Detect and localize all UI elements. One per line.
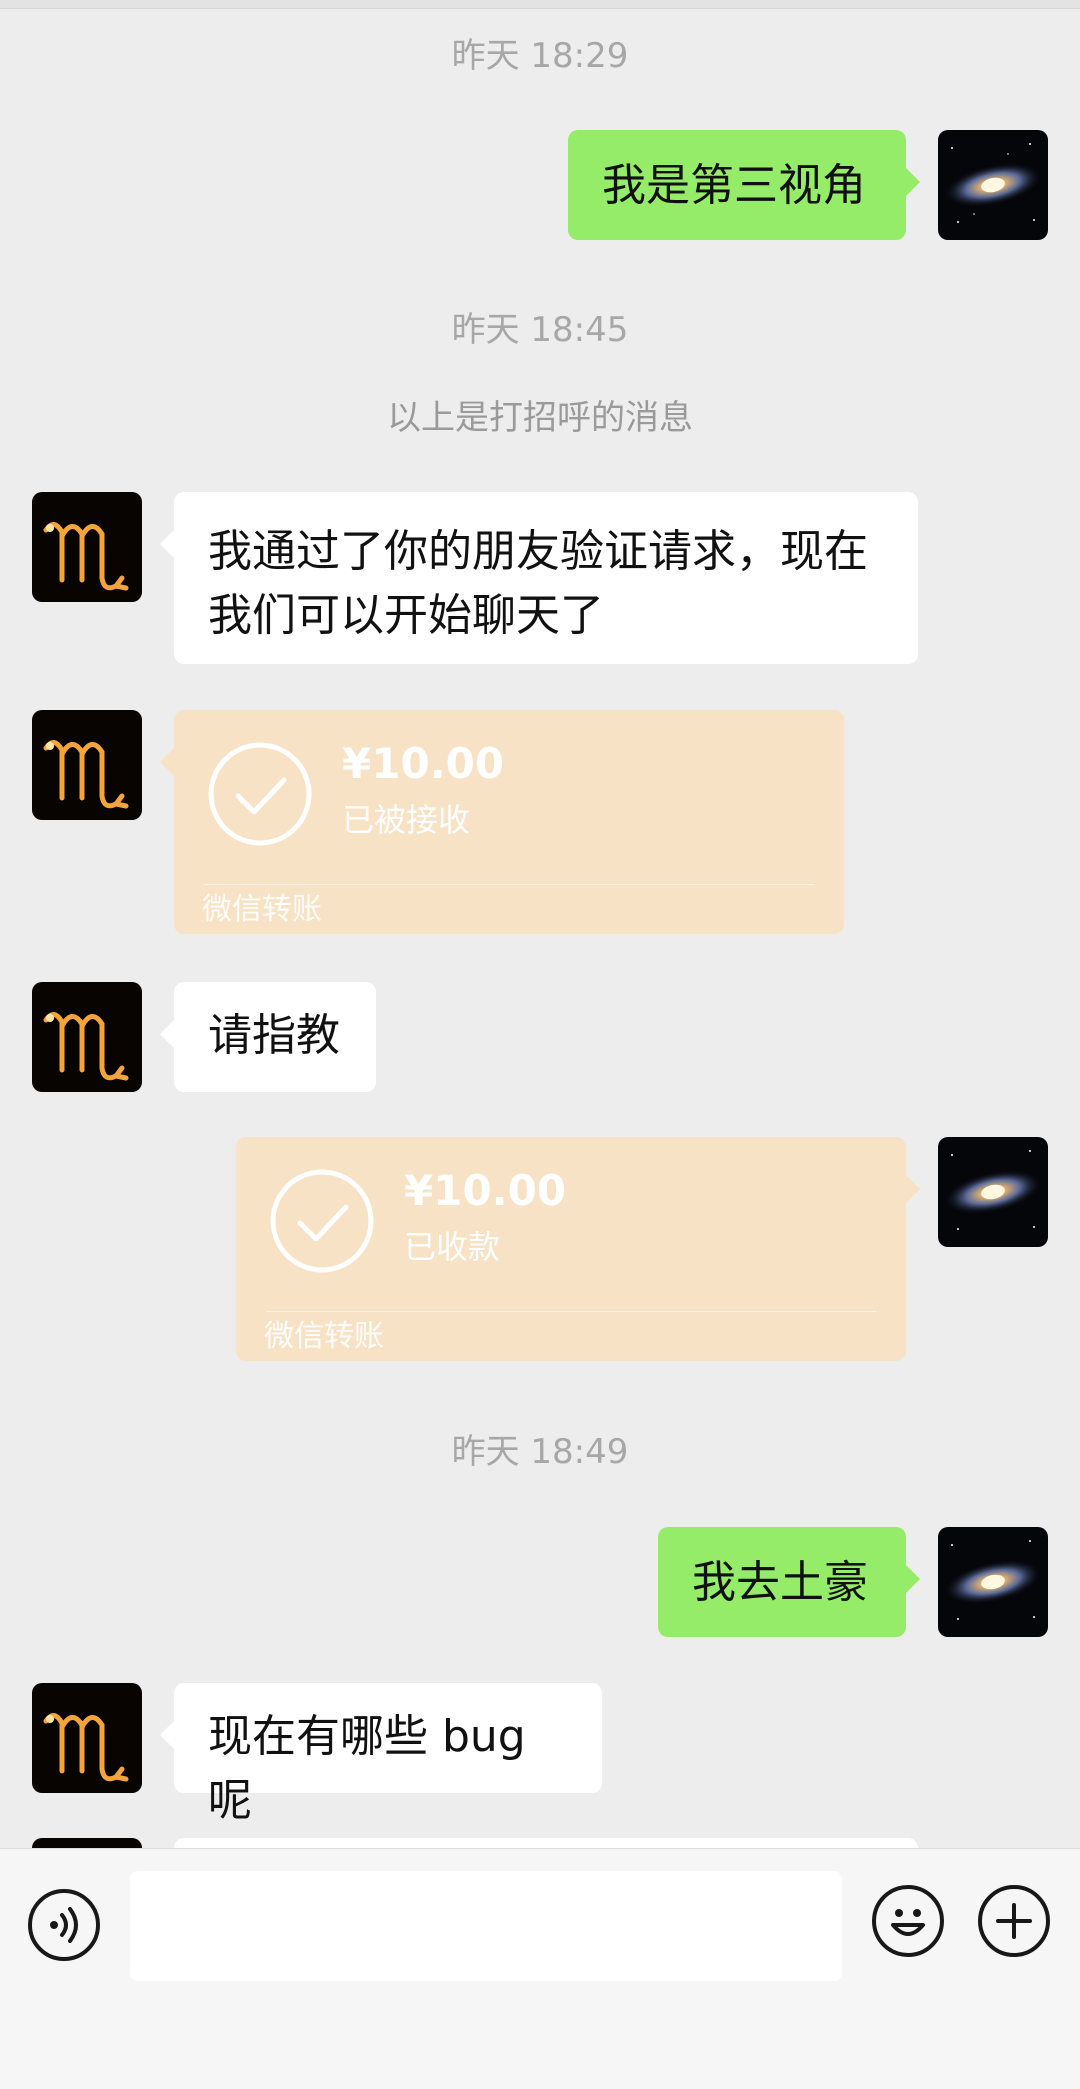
- self-avatar[interactable]: [938, 1137, 1048, 1247]
- scorpio-avatar-icon: [32, 1838, 142, 1848]
- contact-avatar[interactable]: [32, 982, 142, 1092]
- contact-avatar[interactable]: [32, 710, 142, 820]
- galaxy-avatar-icon: [938, 1137, 1048, 1247]
- message-text: 现在有哪些 bug呢: [208, 1711, 526, 1826]
- scorpio-avatar-icon: [32, 710, 142, 820]
- transfer-label: 微信转账: [264, 1319, 384, 1354]
- scorpio-avatar-icon: [32, 982, 142, 1092]
- timestamp: 昨天 18:49: [451, 1432, 629, 1472]
- emoji-button[interactable]: [872, 1885, 944, 1957]
- chat-input-bar: [0, 1848, 1080, 2089]
- transfer-divider: [266, 1311, 876, 1312]
- transfer-amount: ¥10.00: [404, 1166, 567, 1215]
- transfer-amount: ¥10.00: [342, 739, 505, 788]
- self-avatar[interactable]: [938, 130, 1048, 240]
- system-notice: 以上是打招呼的消息: [387, 398, 693, 438]
- message-bubble-contact[interactable]: 现在有哪些 bug呢: [160, 1683, 602, 1826]
- message-bubble-self[interactable]: 我是第三视角: [568, 130, 920, 240]
- transfer-label: 微信转账: [202, 892, 322, 927]
- galaxy-avatar-icon: [938, 130, 1048, 240]
- message-bubble-contact[interactable]: [174, 1838, 918, 1848]
- message-text: 我去土豪: [692, 1557, 868, 1608]
- plus-icon: [996, 1903, 1032, 1939]
- scorpio-avatar-icon: [32, 492, 142, 602]
- emoji-icon: [891, 1909, 925, 1936]
- galaxy-avatar-icon: [938, 1527, 1048, 1637]
- transfer-card-received[interactable]: ¥10.00 已被接收 微信转账: [160, 710, 844, 934]
- message-bubble-self[interactable]: 我去土豪: [658, 1527, 920, 1637]
- timestamp: 昨天 18:45: [451, 310, 629, 350]
- message-input[interactable]: [130, 1871, 842, 1981]
- message-text: 请指教: [208, 1010, 340, 1061]
- check-circle-icon: [208, 742, 312, 846]
- transfer-divider: [204, 884, 814, 885]
- message-text-line: 我通过了你的朋友验证请求，现在: [208, 526, 868, 577]
- message-text-line: 我们可以开始聊天了: [208, 590, 604, 641]
- chat-message-list[interactable]: 昨天 18:29 我是第三视角 昨天 18:45 以上是打招呼的消息 我通过了你…: [0, 0, 1080, 1848]
- transfer-status: 已收款: [404, 1228, 501, 1266]
- transfer-card-collected[interactable]: ¥10.00 已收款 微信转账: [236, 1137, 920, 1361]
- scorpio-avatar-icon: [32, 1683, 142, 1793]
- contact-avatar[interactable]: [32, 492, 142, 602]
- contact-avatar[interactable]: [32, 1683, 142, 1793]
- message-bubble-contact[interactable]: 我通过了你的朋友验证请求，现在 我们可以开始聊天了: [160, 492, 918, 664]
- message-bubble-contact[interactable]: 请指教: [160, 982, 376, 1092]
- self-avatar[interactable]: [938, 1527, 1048, 1637]
- contact-avatar[interactable]: [32, 1838, 142, 1848]
- transfer-status: 已被接收: [342, 801, 471, 839]
- check-circle-icon: [270, 1169, 374, 1273]
- message-text: 我是第三视角: [602, 160, 866, 211]
- voice-icon: [50, 1907, 78, 1943]
- timestamp: 昨天 18:29: [451, 36, 629, 76]
- voice-button[interactable]: [28, 1889, 100, 1961]
- more-button[interactable]: [978, 1885, 1050, 1957]
